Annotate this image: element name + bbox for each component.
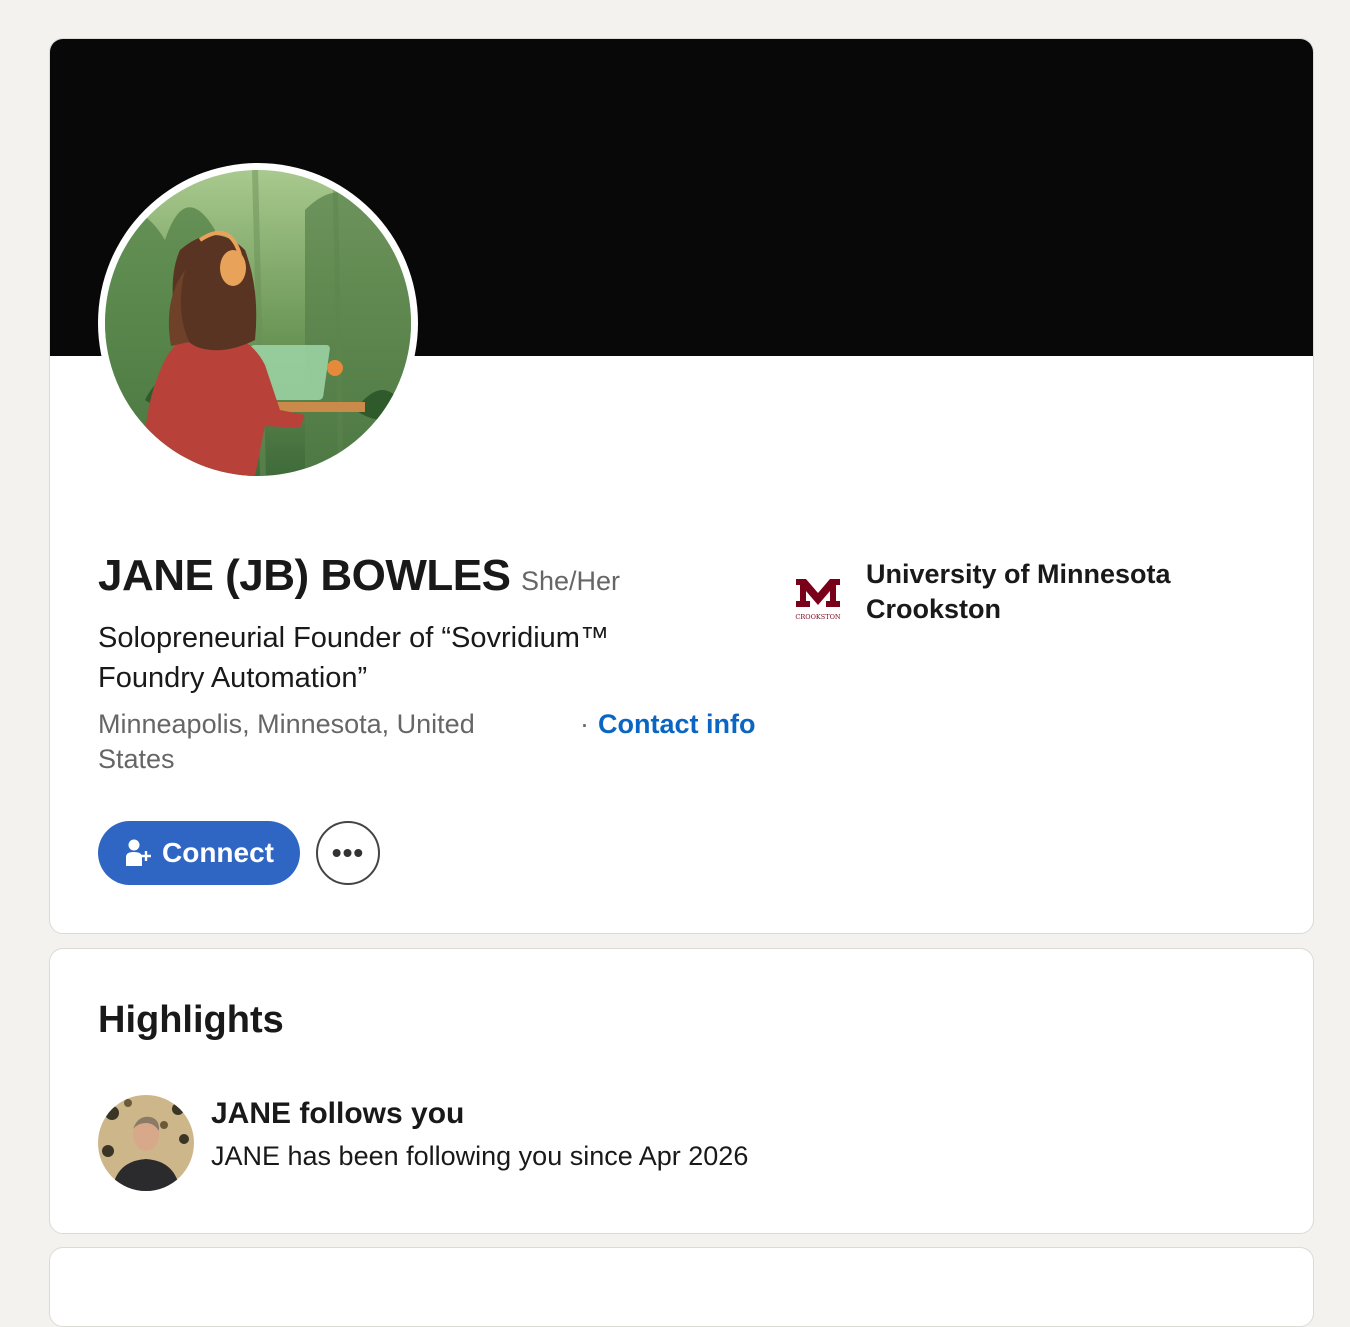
profile-pronouns: She/Her (520, 566, 620, 596)
profile-photo[interactable] (98, 163, 418, 483)
more-actions-button[interactable]: ••• (316, 821, 380, 885)
profile-photo-image (105, 170, 411, 476)
education-entry[interactable]: CROOKSTON University of Minnesota Crooks… (790, 557, 1246, 627)
highlight-detail: JANE has been following you since Apr 20… (211, 1141, 749, 1171)
highlights-title: Highlights (98, 999, 284, 1041)
university-logo-text: CROOKSTON (795, 613, 840, 621)
highlight-headline: JANE follows you (211, 1097, 465, 1130)
profile-headline: Solopreneurial Founder of “Sovridium™ Fo… (98, 622, 609, 694)
profile-name-row: JANE (JB) BOWLES She/Her (98, 551, 620, 601)
profile-top-card: JANE (JB) BOWLES She/Her Solopreneurial … (49, 38, 1314, 934)
more-icon: ••• (331, 837, 365, 868)
add-person-icon (126, 839, 151, 866)
follower-avatar-image (98, 1095, 194, 1191)
contact-info-link[interactable]: Contact info (598, 707, 758, 742)
university-logo: CROOKSTON (795, 579, 841, 621)
profile-name: JANE (JB) BOWLES (98, 551, 511, 600)
location-separator: · (580, 709, 589, 739)
next-section-card (49, 1247, 1314, 1327)
connect-button[interactable]: Connect (98, 821, 300, 885)
follower-avatar[interactable] (98, 1095, 194, 1191)
education-school-name: University of Minnesota Crookston (866, 559, 1171, 624)
highlights-card: Highlights JANE follows you JANE has bee… (49, 948, 1314, 1234)
connect-button-label: Connect (162, 837, 274, 868)
profile-location: Minneapolis, Minnesota, United States (98, 709, 475, 774)
